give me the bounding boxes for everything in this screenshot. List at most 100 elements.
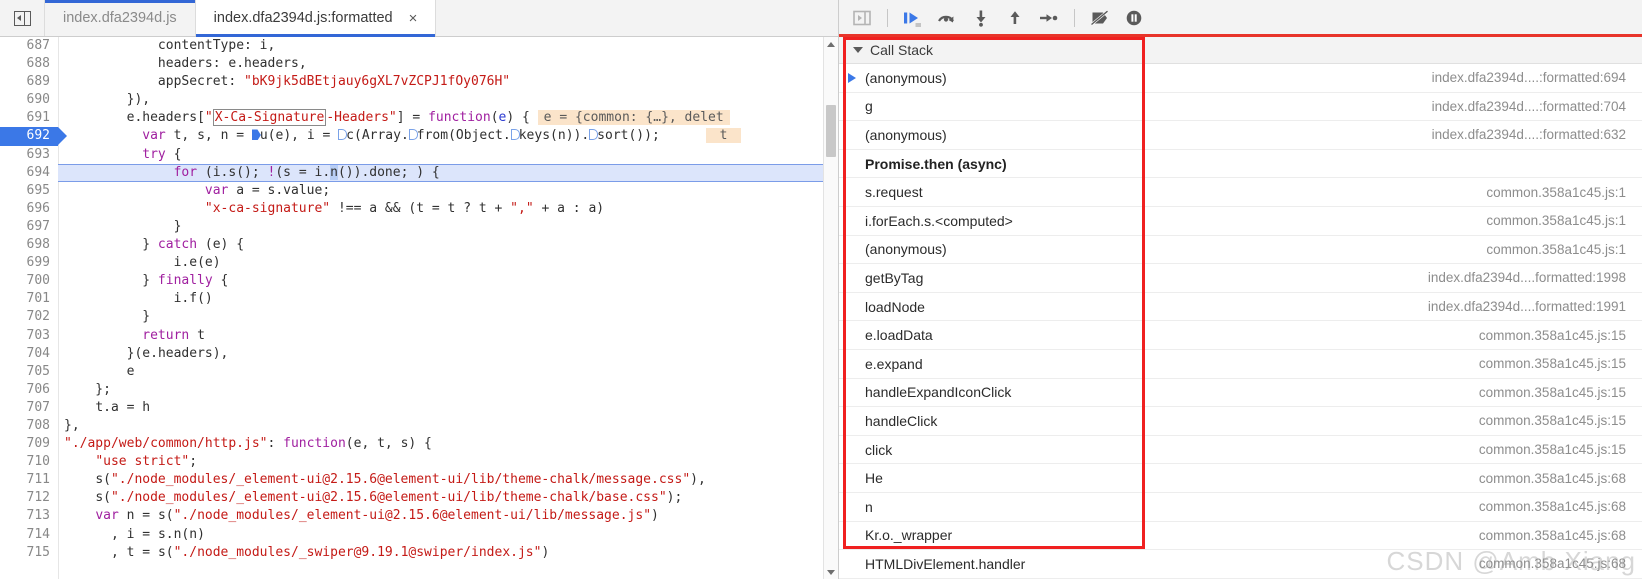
code-text[interactable]: }(e.headers), bbox=[58, 345, 838, 363]
code-text[interactable]: } finally { bbox=[58, 272, 838, 290]
line-number[interactable]: 704 bbox=[0, 344, 58, 363]
step-into-next-function-call-button[interactable] bbox=[964, 1, 998, 35]
code-line[interactable]: 707 t.a = h bbox=[0, 398, 838, 417]
line-number[interactable]: 705 bbox=[0, 362, 58, 381]
code-line[interactable]: 687 contentType: i, bbox=[0, 37, 838, 56]
code-text[interactable]: var a = s.value; bbox=[58, 182, 838, 200]
line-number[interactable]: 698 bbox=[0, 236, 58, 255]
code-line[interactable]: 698 } catch (e) { bbox=[0, 236, 838, 255]
code-line[interactable]: 690 }), bbox=[0, 91, 838, 110]
call-stack-frame[interactable]: i.forEach.s.<computed> common.358a1c45.js… bbox=[839, 207, 1642, 236]
frame-source-location[interactable]: common.358a1c45.js:68 bbox=[1479, 471, 1642, 486]
close-icon[interactable]: × bbox=[409, 11, 418, 26]
call-stack-frame[interactable]: loadNode index.dfa2394d....formatted:1991 bbox=[839, 293, 1642, 322]
line-number[interactable]: 700 bbox=[0, 272, 58, 291]
code-text[interactable]: "use strict"; bbox=[58, 453, 838, 471]
line-number[interactable]: 713 bbox=[0, 507, 58, 526]
code-line[interactable]: 706 }; bbox=[0, 380, 838, 399]
frame-source-location[interactable]: common.358a1c45.js:15 bbox=[1479, 413, 1642, 428]
line-number[interactable]: 692 bbox=[0, 127, 67, 146]
call-stack-frame[interactable]: (anonymous) index.dfa2394d....:formatted:… bbox=[839, 121, 1642, 150]
tab-index-js[interactable]: index.dfa2394d.js bbox=[45, 0, 196, 36]
pause-on-exceptions-button[interactable] bbox=[1117, 1, 1151, 35]
code-text[interactable]: }, bbox=[58, 417, 838, 435]
line-number[interactable]: 693 bbox=[0, 145, 58, 164]
code-text[interactable]: contentType: i, bbox=[58, 37, 838, 55]
code-line[interactable]: 709 "./app/web/common/http.js": function(… bbox=[0, 435, 838, 454]
call-stack-frame[interactable]: e.loadData common.358a1c45.js:15 bbox=[839, 321, 1642, 350]
frame-source-location[interactable]: index.dfa2394d....formatted:1998 bbox=[1428, 270, 1642, 285]
line-number[interactable]: 687 bbox=[0, 37, 58, 56]
code-line[interactable]: 691 e.headers[" X-Ca-Signature -Headers"] … bbox=[0, 109, 838, 128]
line-number[interactable]: 714 bbox=[0, 525, 58, 544]
code-text[interactable]: e bbox=[58, 363, 838, 381]
line-number[interactable]: 691 bbox=[0, 109, 58, 128]
code-line[interactable]: 713 var n = s("./node_modules/_element-u… bbox=[0, 507, 838, 526]
code-text[interactable]: var t, s, n = u(e), i = c(Array. from(Obj… bbox=[58, 127, 838, 145]
call-stack-frame[interactable]: handleExpandIconClick common.358a1c45.js:… bbox=[839, 379, 1642, 408]
code-line[interactable]: 695 var a = s.value; bbox=[0, 181, 838, 200]
call-stack-frame[interactable]: s.request common.358a1c45.js:1 bbox=[839, 178, 1642, 207]
code-line[interactable]: 714 , i = s.n(n) bbox=[0, 525, 838, 544]
frame-source-location[interactable]: index.dfa2394d....:formatted:694 bbox=[1432, 70, 1642, 85]
line-number[interactable]: 697 bbox=[0, 217, 58, 237]
code-line[interactable]: 708}, bbox=[0, 416, 838, 436]
code-text[interactable]: for (i.s(); !(s = i.n()).done; ) { bbox=[58, 163, 838, 182]
code-text[interactable]: s("./node_modules/_element-ui@2.15.6@ele… bbox=[58, 471, 838, 489]
call-stack-frame[interactable]: handleClick common.358a1c45.js:15 bbox=[839, 407, 1642, 436]
frame-source-location[interactable]: common.358a1c45.js:1 bbox=[1486, 213, 1642, 228]
show-navigator-button[interactable] bbox=[0, 0, 45, 36]
editor-vertical-scrollbar[interactable] bbox=[823, 37, 838, 579]
frame-source-location[interactable]: index.dfa2394d....:formatted:704 bbox=[1432, 99, 1642, 114]
frame-source-location[interactable]: common.358a1c45.js:15 bbox=[1479, 328, 1642, 343]
code-line[interactable]: 703 return t bbox=[0, 326, 838, 345]
call-stack-frame[interactable]: n common.358a1c45.js:68 bbox=[839, 493, 1642, 522]
frame-source-location[interactable]: common.358a1c45.js:15 bbox=[1479, 385, 1642, 400]
code-line[interactable]: 702 } bbox=[0, 308, 838, 327]
scroll-up-arrow[interactable] bbox=[824, 37, 838, 51]
code-text[interactable]: } bbox=[58, 218, 838, 236]
frame-source-location[interactable]: common.358a1c45.js:1 bbox=[1486, 242, 1642, 257]
call-stack-section-header[interactable]: Call Stack bbox=[839, 37, 1642, 64]
code-line[interactable]: 692 var t, s, n = u(e), i = c(Array. from… bbox=[0, 127, 838, 146]
code-text[interactable]: }; bbox=[58, 381, 838, 399]
line-number[interactable]: 690 bbox=[0, 91, 58, 110]
resume-script-execution-button[interactable] bbox=[896, 1, 930, 35]
step-over-next-function-call-button[interactable] bbox=[930, 1, 964, 35]
scrollbar-thumb[interactable] bbox=[826, 105, 836, 157]
line-number[interactable]: 703 bbox=[0, 326, 58, 345]
code-text[interactable]: e.headers[" X-Ca-Signature -Headers"] = fu… bbox=[58, 109, 838, 127]
code-line[interactable]: 715 , t = s("./node_modules/_swiper@9.19… bbox=[0, 543, 838, 562]
call-stack-frame[interactable]: (anonymous) index.dfa2394d....:formatted:… bbox=[839, 64, 1642, 93]
code-line[interactable]: 711 s("./node_modules/_element-ui@2.15.6… bbox=[0, 471, 838, 490]
code-text[interactable]: try { bbox=[58, 146, 838, 164]
code-line[interactable]: 710 "use strict"; bbox=[0, 453, 838, 472]
call-stack-frame[interactable]: (anonymous) common.358a1c45.js:1 bbox=[839, 236, 1642, 265]
line-number[interactable]: 699 bbox=[0, 254, 58, 273]
code-line[interactable]: 694 for (i.s(); !(s = i.n()).done; ) { bbox=[0, 163, 838, 182]
frame-source-location[interactable]: index.dfa2394d....:formatted:632 bbox=[1432, 127, 1642, 142]
line-number[interactable]: 696 bbox=[0, 199, 58, 218]
line-number[interactable]: 694 bbox=[0, 163, 58, 182]
code-text[interactable]: "./app/web/common/http.js": function(e, … bbox=[58, 435, 838, 453]
call-stack-frame[interactable]: click common.358a1c45.js:15 bbox=[839, 436, 1642, 465]
code-line[interactable]: 700 } finally { bbox=[0, 272, 838, 291]
code-line[interactable]: 689 appSecret: "bK9jk5dBEtjauy6gXL7vZCPJ… bbox=[0, 73, 838, 92]
line-number[interactable]: 688 bbox=[0, 55, 58, 74]
code-text[interactable]: , i = s.n(n) bbox=[58, 526, 838, 544]
line-number[interactable]: 695 bbox=[0, 181, 58, 200]
line-number[interactable]: 701 bbox=[0, 290, 58, 309]
code-line[interactable]: 705 e bbox=[0, 362, 838, 381]
line-number[interactable]: 689 bbox=[0, 73, 58, 92]
code-text[interactable]: } bbox=[58, 308, 838, 326]
code-text[interactable]: "x-ca-signature" !== a && (t = t ? t + "… bbox=[58, 200, 838, 218]
scroll-down-arrow[interactable] bbox=[824, 565, 838, 579]
line-number[interactable]: 712 bbox=[0, 489, 58, 508]
frame-source-location[interactable]: common.358a1c45.js:68 bbox=[1479, 528, 1642, 543]
code-line[interactable]: 704 }(e.headers), bbox=[0, 344, 838, 363]
code-text[interactable]: s("./node_modules/_element-ui@2.15.6@ele… bbox=[58, 489, 838, 507]
code-text[interactable]: var n = s("./node_modules/_element-ui@2.… bbox=[58, 507, 838, 525]
line-number[interactable]: 711 bbox=[0, 471, 58, 490]
code-text[interactable]: , t = s("./node_modules/_swiper@9.19.1@s… bbox=[58, 544, 838, 562]
line-number[interactable]: 710 bbox=[0, 453, 58, 472]
